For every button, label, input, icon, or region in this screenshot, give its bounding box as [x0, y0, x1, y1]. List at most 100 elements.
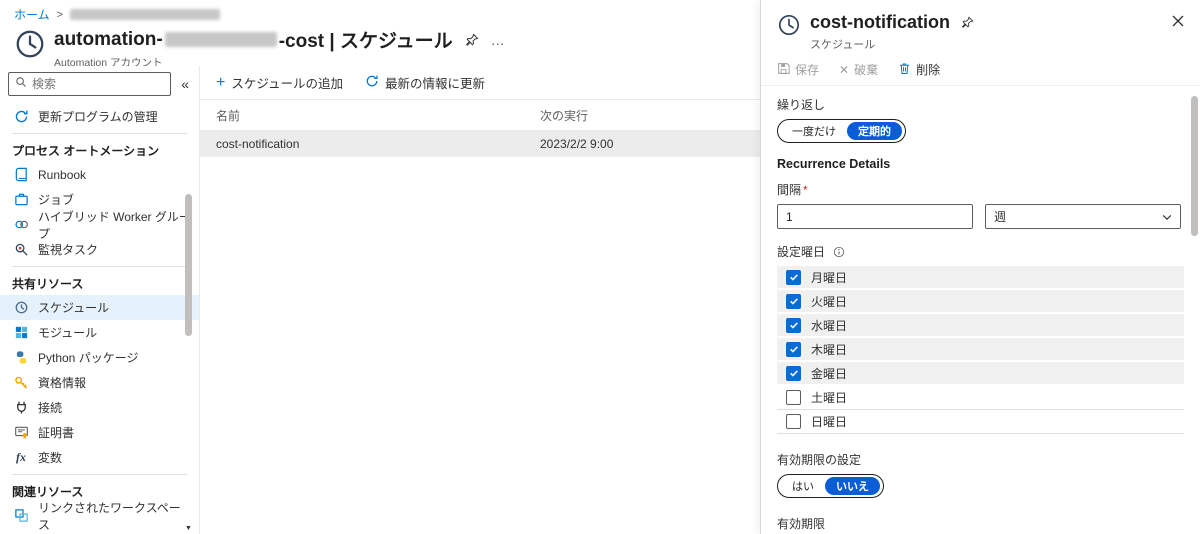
recurrence-details-heading: Recurrence Details — [777, 157, 891, 171]
automation-account-clock-icon — [14, 28, 46, 60]
expiration-label: 有効期限 — [777, 517, 826, 531]
panel-toolbar: 保存 ✕ 破棄 削除 — [761, 52, 1200, 86]
weekday-row-saturday[interactable]: 土曜日 — [777, 386, 1184, 410]
required-asterisk: * — [803, 183, 808, 197]
delete-button[interactable]: 削除 — [898, 61, 940, 78]
sidebar-item-connections[interactable]: 接続 — [0, 395, 199, 420]
sidebar-item-label: Python パッケージ — [38, 351, 139, 365]
add-schedule-button[interactable]: + スケジュールの追加 — [216, 73, 343, 92]
recurrence-once-option[interactable]: 一度だけ — [781, 122, 847, 140]
azure-portal-screen: ホーム > automation- -cost | スケジュール … Automa… — [0, 0, 1200, 534]
sidebar-section-shared-resources: 共有リソース — [12, 276, 84, 291]
weekdays-label-text: 設定曜日 — [777, 245, 826, 259]
sidebar-item-schedules[interactable]: スケジュール — [0, 295, 199, 320]
sidebar: « 更新プログラムの管理 プロセス オートメーション Runbook — [0, 66, 200, 534]
sidebar-item-label: ジョブ — [38, 193, 75, 207]
more-options-icon[interactable]: … — [491, 33, 506, 47]
sidebar-item-runbook[interactable]: Runbook — [0, 162, 199, 187]
discard-icon: ✕ — [839, 62, 850, 77]
checkbox-checked-icon[interactable] — [786, 269, 801, 285]
sidebar-section-process-automation: プロセス オートメーション — [12, 143, 160, 158]
interval-label-text: 間隔 — [777, 183, 802, 197]
sidebar-item-modules[interactable]: モジュール — [0, 320, 199, 345]
watch-tasks-icon — [12, 242, 30, 257]
sidebar-item-certificates[interactable]: 証明書 — [0, 420, 199, 445]
sidebar-divider — [12, 133, 187, 134]
schedule-clock-icon — [777, 13, 801, 37]
interval-unit-select[interactable]: 週 — [985, 204, 1181, 229]
checkbox-unchecked-icon[interactable] — [786, 414, 801, 429]
weekday-row-sunday[interactable]: 日曜日 — [777, 410, 1184, 434]
linked-workspace-icon — [12, 508, 30, 523]
weekday-label: 土曜日 — [811, 391, 848, 405]
refresh-button[interactable]: 最新の情報に更新 — [365, 73, 485, 92]
breadcrumb-home-link[interactable]: ホーム — [14, 6, 50, 23]
breadcrumb: ホーム > — [14, 6, 221, 23]
panel-scrollbar-thumb[interactable] — [1191, 96, 1198, 236]
trash-icon — [898, 62, 911, 78]
chevron-down-icon — [1162, 210, 1172, 224]
sidebar-item-linked-workspace[interactable]: リンクされたワークスペース — [0, 501, 199, 532]
search-icon — [15, 75, 27, 93]
hybrid-worker-groups-icon — [12, 217, 30, 232]
table-row[interactable]: cost-notification 2023/2/2 9:00 — [200, 131, 760, 157]
next-run-cell: 2023/2/2 9:00 — [540, 137, 614, 151]
info-icon[interactable] — [833, 246, 845, 258]
column-header-name[interactable]: 名前 — [216, 107, 540, 124]
recurrence-toggle: 一度だけ 定期的 — [777, 119, 906, 143]
sidebar-item-label: 変数 — [38, 451, 63, 465]
schedules-main: + スケジュールの追加 最新の情報に更新 名前 次の実行 cost-notifi… — [200, 66, 760, 534]
certificate-icon — [12, 425, 30, 440]
checkbox-checked-icon[interactable] — [786, 365, 801, 381]
weekday-row-tuesday[interactable]: 火曜日 — [777, 290, 1184, 314]
close-icon[interactable] — [1172, 14, 1184, 32]
weekday-row-wednesday[interactable]: 水曜日 — [777, 314, 1184, 338]
schedule-clock-icon — [12, 300, 30, 315]
discard-button[interactable]: ✕ 破棄 — [839, 61, 878, 78]
sidebar-search-row: « — [0, 66, 199, 102]
weekday-row-friday[interactable]: 金曜日 — [777, 362, 1184, 386]
sidebar-scrollbar[interactable]: ▼ — [184, 66, 193, 534]
sidebar-scroll-down-button[interactable]: ▼ — [184, 525, 193, 532]
sidebar-item-label: Runbook — [38, 167, 87, 182]
page-title-redacted-segment — [164, 32, 277, 47]
sidebar-item-python-packages[interactable]: Python パッケージ — [0, 345, 199, 370]
checkbox-checked-icon[interactable] — [786, 317, 801, 333]
sidebar-item-credentials[interactable]: 資格情報 — [0, 370, 199, 395]
panel-header: cost-notification スケジュール — [761, 0, 1200, 52]
checkbox-unchecked-icon[interactable] — [786, 390, 801, 405]
weekday-label: 水曜日 — [811, 318, 848, 333]
page-title-prefix: automation- — [54, 28, 163, 50]
save-button[interactable]: 保存 — [777, 61, 819, 78]
expiry-toggle: はい いいえ — [777, 474, 884, 498]
sidebar-item-update-management[interactable]: 更新プログラムの管理 — [0, 104, 199, 129]
sidebar-divider — [12, 266, 187, 267]
weekday-label: 月曜日 — [811, 270, 848, 285]
expiry-no-option[interactable]: いいえ — [825, 477, 880, 495]
weekday-row-thursday[interactable]: 木曜日 — [777, 338, 1184, 362]
weekday-row-monday[interactable]: 月曜日 — [777, 266, 1184, 290]
sidebar-item-label: 更新プログラムの管理 — [38, 110, 158, 124]
sidebar-item-label: スケジュール — [38, 301, 110, 315]
search-input[interactable] — [32, 77, 165, 91]
modules-icon — [12, 325, 30, 340]
panel-pin-icon[interactable] — [961, 16, 974, 29]
discard-label: 破棄 — [854, 63, 879, 77]
sidebar-scrollbar-thumb[interactable] — [185, 194, 192, 336]
column-header-next-run[interactable]: 次の実行 — [540, 107, 588, 124]
pin-icon[interactable] — [465, 33, 479, 47]
sidebar-nav: 更新プログラムの管理 プロセス オートメーション Runbook ジョブ ハイブ… — [0, 104, 199, 534]
checkbox-checked-icon[interactable] — [786, 293, 801, 309]
checkbox-checked-icon[interactable] — [786, 341, 801, 357]
sidebar-item-hybrid-worker-groups[interactable]: ハイブリッド Worker グループ — [0, 210, 199, 241]
expiry-yes-option[interactable]: はい — [781, 477, 825, 495]
delete-label: 削除 — [916, 63, 941, 77]
add-schedule-label: スケジュールの追加 — [231, 77, 343, 91]
refresh-icon — [365, 74, 379, 91]
sidebar-item-variables[interactable]: fx 変数 — [0, 445, 199, 470]
panel-scrollbar[interactable] — [1190, 84, 1199, 532]
page-header: automation- -cost | スケジュール … Automation ア… — [14, 26, 506, 70]
interval-input[interactable] — [777, 204, 973, 229]
runbook-icon — [12, 167, 30, 182]
recurrence-recurring-option[interactable]: 定期的 — [847, 122, 902, 140]
